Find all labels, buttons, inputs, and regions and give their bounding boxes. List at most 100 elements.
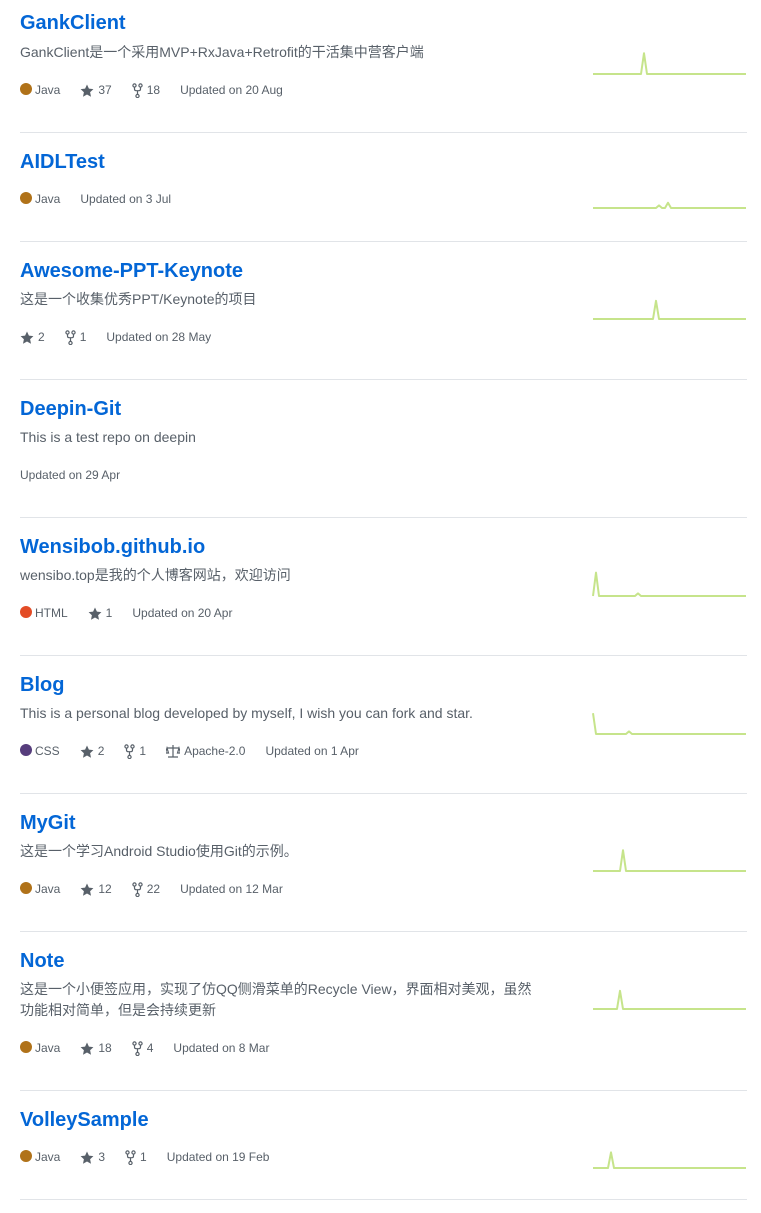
repo-language: HTML bbox=[20, 606, 68, 620]
stargazers-link[interactable]: 18 bbox=[80, 1041, 112, 1055]
forks-link[interactable]: 1 bbox=[124, 743, 147, 759]
participation-line bbox=[593, 299, 746, 320]
repo-meta: Java 37 18 Updated on 20 Aug bbox=[20, 81, 303, 99]
repo-description: 这是一个收集优秀PPT/Keynote的项目 bbox=[20, 291, 257, 307]
repo-name-link[interactable]: Wensibob.github.io bbox=[20, 536, 205, 559]
participation-graph bbox=[592, 44, 747, 76]
repo-updated: Updated on 20 Apr bbox=[132, 606, 233, 620]
repo-updated: Updated on 12 Mar bbox=[180, 882, 283, 896]
participation-graph bbox=[592, 979, 747, 1011]
repo-item: AIDLTest Java Updated on 3 Jul bbox=[20, 133, 747, 242]
language-color-dot bbox=[20, 1041, 32, 1053]
star-count: 18 bbox=[98, 1041, 112, 1055]
repo-forked-icon bbox=[132, 82, 143, 98]
law-icon bbox=[166, 744, 181, 758]
language-color-dot bbox=[20, 882, 32, 894]
participation-sparkline bbox=[593, 299, 746, 320]
repo-forked-icon bbox=[125, 1149, 136, 1165]
repo-license: Apache-2.0 bbox=[166, 744, 245, 758]
star-count: 12 bbox=[98, 882, 112, 896]
repo-updated: Updated on 3 Jul bbox=[80, 192, 172, 206]
forks-link[interactable]: 1 bbox=[64, 329, 87, 345]
stargazers-link[interactable]: 12 bbox=[80, 882, 112, 896]
star-icon bbox=[20, 331, 34, 344]
repo-description: GankClient是一个采用MVP+RxJava+Retrofit的干活集中营… bbox=[20, 44, 424, 60]
repo-item: Wensibob.github.io wensibo.top是我的个人博客网站，欢… bbox=[20, 518, 747, 656]
repository-list: GankClient GankClient是一个采用MVP+RxJava+Retr… bbox=[0, 0, 761, 1213]
participation-line bbox=[593, 989, 746, 1010]
language-label: HTML bbox=[35, 606, 68, 620]
stargazers-link[interactable]: 2 bbox=[20, 330, 45, 344]
fork-count: 1 bbox=[140, 1150, 147, 1164]
repo-forked-icon bbox=[132, 1040, 143, 1056]
repo-item: VolleySample Java 3 1 Updated on 19 Feb bbox=[20, 1091, 747, 1200]
repo-name-link[interactable]: MyGit bbox=[20, 812, 76, 835]
language-label: Java bbox=[35, 1150, 61, 1164]
repo-language: Java bbox=[20, 882, 60, 896]
language-label: CSS bbox=[35, 744, 60, 758]
repo-updated: Updated on 8 Mar bbox=[173, 1041, 270, 1055]
forks-link[interactable]: 1 bbox=[125, 1149, 147, 1165]
language-color-dot bbox=[20, 744, 32, 756]
fork-count: 1 bbox=[139, 744, 147, 758]
star-count: 3 bbox=[98, 1150, 106, 1164]
participation-sparkline bbox=[592, 571, 746, 597]
star-icon bbox=[80, 745, 94, 758]
participation-sparkline bbox=[593, 989, 746, 1010]
stargazers-link[interactable]: 3 bbox=[80, 1150, 105, 1164]
repo-meta: CSS 2 1 Apache-2.0 Updated on 1 Apr bbox=[20, 742, 379, 760]
repo-item: GankClient GankClient是一个采用MVP+RxJava+Retr… bbox=[20, 0, 747, 133]
repo-name-link[interactable]: AIDLTest bbox=[20, 151, 105, 174]
repo-description: This is a personal blog developed by mys… bbox=[20, 705, 473, 721]
star-count: 2 bbox=[38, 330, 45, 344]
participation-graph bbox=[592, 289, 747, 321]
star-icon bbox=[80, 1151, 94, 1164]
repo-updated: Updated on 19 Feb bbox=[166, 1150, 270, 1164]
participation-graph bbox=[592, 566, 747, 598]
star-icon bbox=[80, 883, 94, 896]
repo-name-link[interactable]: VolleySample bbox=[20, 1109, 149, 1132]
participation-graph bbox=[592, 704, 747, 736]
repo-name-link[interactable]: Note bbox=[20, 950, 64, 973]
repo-name-link[interactable]: Blog bbox=[20, 674, 64, 697]
repo-forked-icon bbox=[64, 329, 76, 345]
stargazers-link[interactable]: 37 bbox=[80, 83, 112, 97]
forks-link[interactable]: 18 bbox=[132, 82, 161, 98]
repo-name-link[interactable]: GankClient bbox=[20, 12, 126, 35]
participation-sparkline bbox=[593, 1151, 746, 1169]
repo-name-link[interactable]: Deepin-Git bbox=[20, 398, 121, 421]
forks-link[interactable]: 22 bbox=[132, 881, 160, 897]
participation-line bbox=[593, 849, 746, 872]
repo-meta: Java 3 1 Updated on 19 Feb bbox=[20, 1148, 289, 1166]
language-label: Java bbox=[35, 83, 61, 97]
repo-item: MyGit 这是一个学习Android Studio使用Git的示例。 Java 12… bbox=[20, 794, 747, 932]
repo-name-link[interactable]: Awesome-PPT-Keynote bbox=[20, 260, 243, 283]
stargazers-link[interactable]: 1 bbox=[88, 606, 113, 620]
repo-item: Deepin-Git This is a test repo on deepin U… bbox=[20, 380, 747, 518]
repo-forked-icon bbox=[124, 743, 136, 759]
fork-count: 18 bbox=[146, 83, 161, 97]
participation-sparkline bbox=[593, 849, 746, 872]
repo-updated: Updated on 20 Aug bbox=[180, 83, 283, 97]
repo-language: Java bbox=[20, 83, 60, 97]
participation-line bbox=[593, 201, 746, 209]
language-label: Java bbox=[35, 1041, 61, 1055]
repo-description: 这是一个小便签应用，实现了仿QQ侧滑菜单的Recycle View，界面相对美观… bbox=[20, 981, 532, 1018]
star-count: 1 bbox=[105, 606, 113, 620]
star-count: 37 bbox=[98, 83, 112, 97]
star-icon bbox=[80, 1042, 94, 1055]
repo-meta: Java 12 22 Updated on 12 Mar bbox=[20, 880, 303, 898]
stargazers-link[interactable]: 2 bbox=[80, 744, 105, 758]
forks-link[interactable]: 4 bbox=[132, 1040, 153, 1056]
star-count: 2 bbox=[97, 744, 105, 758]
repo-language: Java bbox=[20, 1150, 60, 1164]
repo-meta: HTML 1 Updated on 20 Apr bbox=[20, 604, 252, 622]
repo-language: CSS bbox=[20, 744, 60, 758]
fork-count: 1 bbox=[79, 330, 87, 344]
language-color-dot bbox=[20, 1150, 32, 1162]
repo-description: wensibo.top是我的个人博客网站，欢迎访问 bbox=[20, 567, 291, 583]
repo-language: Java bbox=[20, 1041, 60, 1055]
star-icon bbox=[88, 607, 102, 620]
license-label: Apache-2.0 bbox=[184, 744, 246, 758]
participation-sparkline bbox=[593, 201, 746, 209]
